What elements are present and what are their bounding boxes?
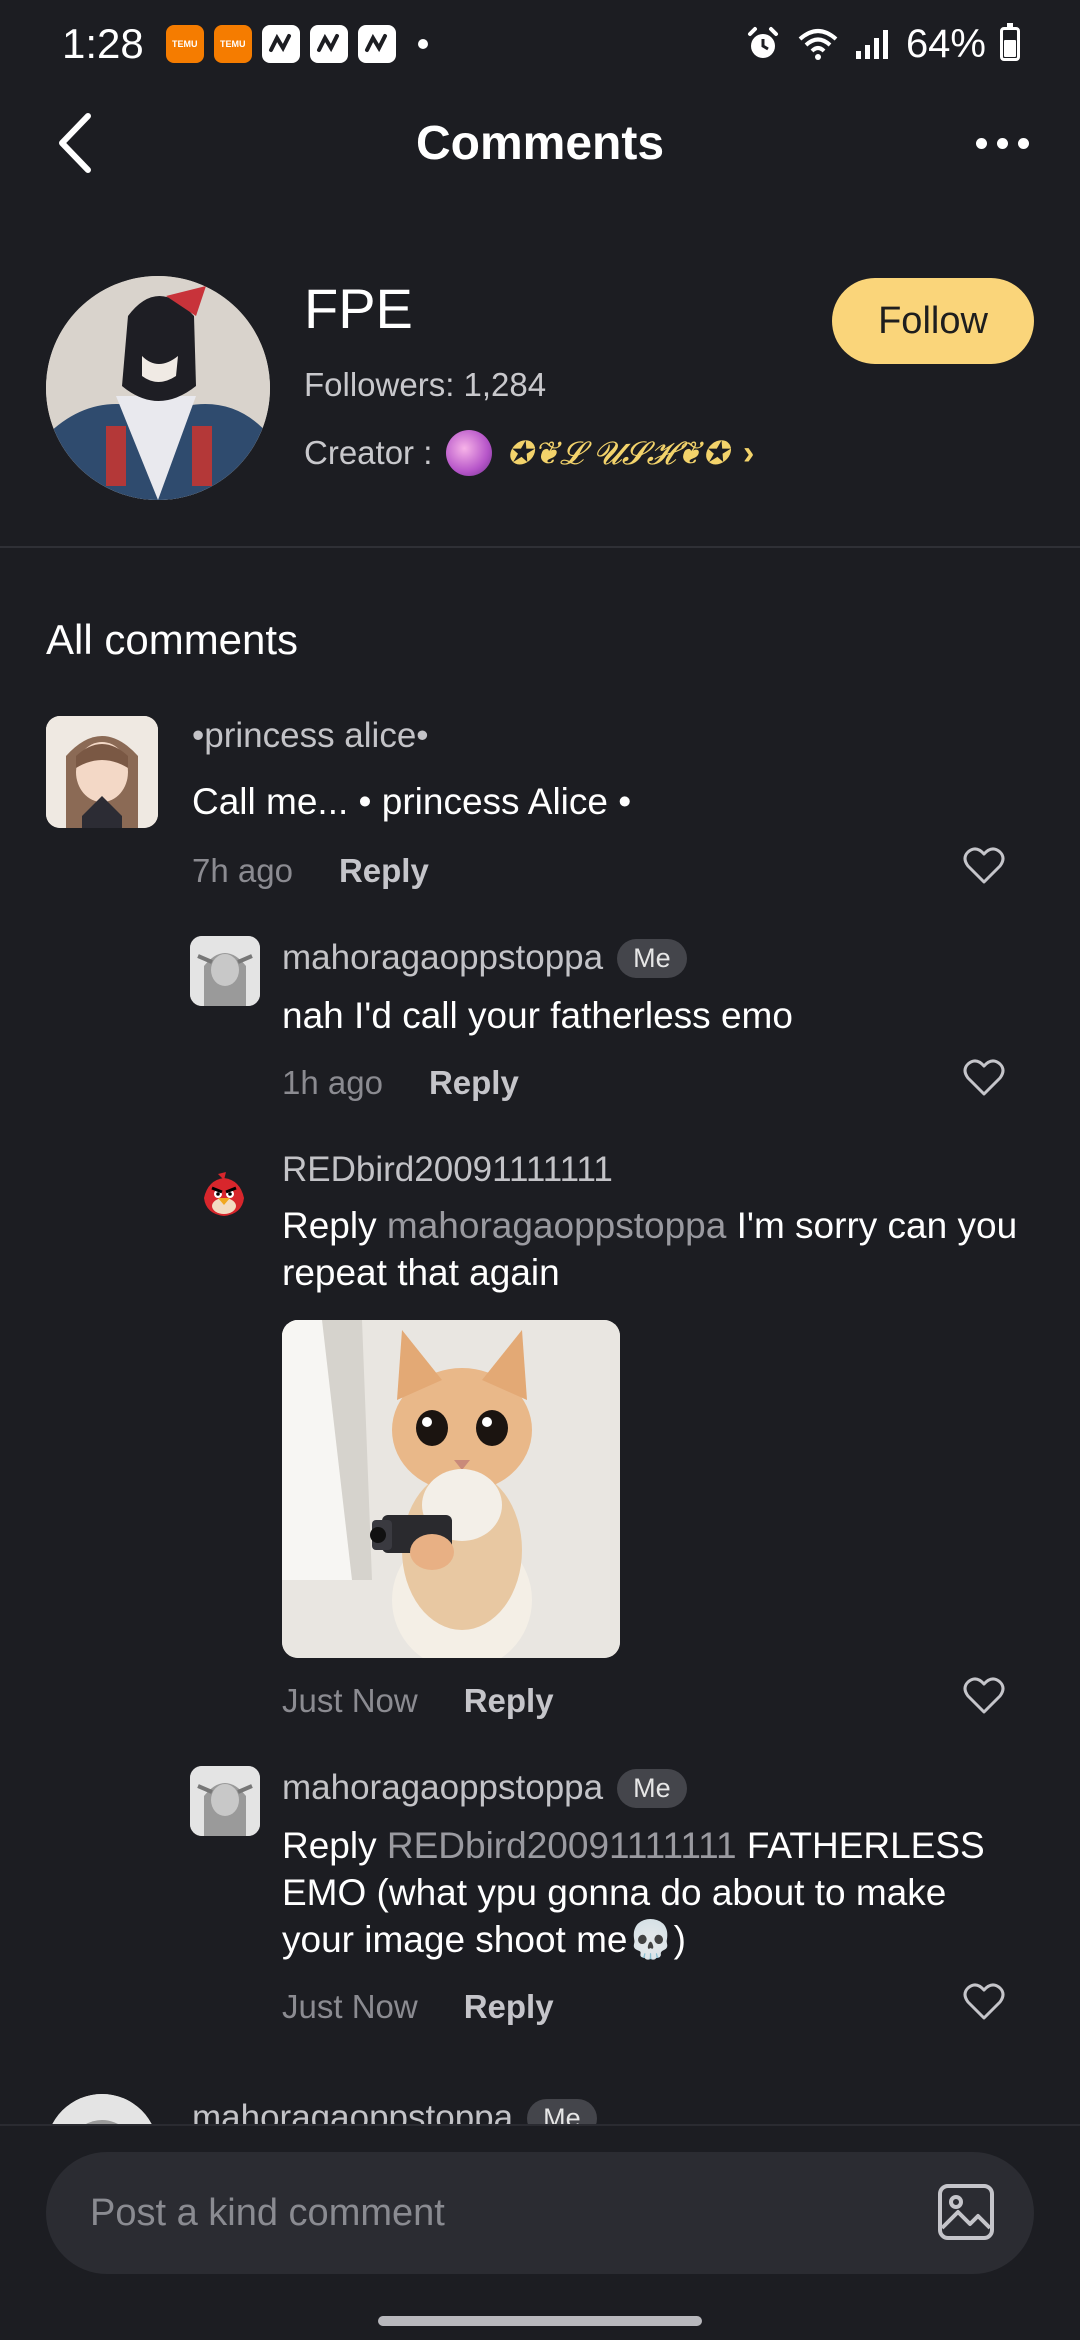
commenter-avatar[interactable] <box>200 1172 248 1220</box>
wifi-icon <box>798 29 838 60</box>
app-notification-icon <box>357 25 396 63</box>
more-options-button[interactable] <box>964 118 1040 168</box>
back-button[interactable] <box>44 110 104 176</box>
temu-notification-icon: TEMU <box>213 25 252 63</box>
comment-username-row: mahoragaoppstoppa Me <box>282 1768 687 1808</box>
followers-count: Followers: 1,284 <box>304 366 547 403</box>
app-notification-icon <box>309 25 348 63</box>
comment-composer <box>0 2124 1080 2340</box>
chevron-left-icon <box>59 113 91 173</box>
me-badge: Me <box>617 938 687 978</box>
reply-button[interactable]: Reply <box>339 852 429 890</box>
commenter-avatar[interactable] <box>190 1766 260 1836</box>
mention-link[interactable]: REDbird20091111111 <box>387 1825 737 1866</box>
app-notification-icon <box>261 25 300 63</box>
comment-input[interactable] <box>46 2152 1034 2274</box>
comment-username[interactable]: mahoragaoppstoppa <box>282 1768 603 1808</box>
heart-icon[interactable] <box>962 846 1006 886</box>
follow-button[interactable]: Follow <box>832 278 1034 364</box>
reply-button[interactable]: Reply <box>429 1064 519 1102</box>
home-indicator[interactable] <box>378 2316 702 2326</box>
temu-notification-icon: TEMU <box>165 25 204 63</box>
chevron-right-icon: › <box>743 433 755 472</box>
comment-time: Just Now <box>282 1682 418 1719</box>
reply-button[interactable]: Reply <box>464 1988 554 2026</box>
comment-text: Call me... • princess Alice • <box>192 781 632 822</box>
mention-link[interactable]: mahoragaoppstoppa <box>387 1205 726 1246</box>
profile-card: FPE Followers: 1,284 Creator : ✪❦𝓛 𝓤𝓢𝓗❦✪… <box>0 198 1080 546</box>
reply-button[interactable]: Reply <box>464 1682 554 1720</box>
commenter-avatar[interactable] <box>190 936 260 1006</box>
comment-username[interactable]: REDbird20091111111 <box>282 1150 613 1190</box>
header: Comments <box>0 88 1080 198</box>
battery-icon <box>1000 23 1020 61</box>
comment-image[interactable] <box>282 1320 620 1658</box>
comment-time: Just Now <box>282 1988 418 2025</box>
page-title: Comments <box>415 116 665 170</box>
status-bar: 1:28 TEMU TEMU 64% <box>0 0 1080 88</box>
commenter-avatar[interactable] <box>46 716 158 828</box>
image-icon[interactable] <box>936 2182 996 2242</box>
comment-username[interactable]: mahoragaoppstoppa <box>282 938 603 978</box>
comment-time: 7h ago <box>192 852 293 889</box>
reply-prefix: Reply <box>282 1205 377 1246</box>
profile-name: FPE <box>304 277 413 340</box>
battery-percent: 64% <box>905 21 986 66</box>
status-time: 1:28 <box>62 20 144 67</box>
heart-icon[interactable] <box>962 1982 1006 2022</box>
creator-avatar <box>446 430 493 476</box>
comment-username-row: mahoragaoppstoppa Me <box>282 938 687 978</box>
comment-text: Reply REDbird20091111111 FATHERLESS EMO … <box>282 1822 1022 1963</box>
creator-link[interactable]: Creator : ✪❦𝓛 𝓤𝓢𝓗❦✪ › <box>304 430 754 476</box>
more-dots-icon <box>975 137 987 149</box>
divider <box>0 546 1080 548</box>
creator-label: Creator : <box>304 434 433 471</box>
comment-text: Reply mahoragaoppstoppa I'm sorry can yo… <box>282 1202 1022 1296</box>
profile-avatar[interactable] <box>46 276 270 500</box>
comment-time: 1h ago <box>282 1064 383 1101</box>
creator-name: ✪❦𝓛 𝓤𝓢𝓗❦✪ <box>506 433 730 472</box>
alarm-icon <box>747 27 778 58</box>
heart-icon[interactable] <box>962 1058 1006 1098</box>
heart-icon[interactable] <box>962 1676 1006 1716</box>
more-notifications-dot <box>417 39 428 49</box>
comment-username[interactable]: •princess alice• <box>192 716 429 756</box>
reply-prefix: Reply <box>282 1825 377 1866</box>
comment-text: nah I'd call your fatherless emo <box>282 995 793 1036</box>
me-badge: Me <box>617 1768 687 1808</box>
signal-icon <box>855 30 888 59</box>
comments-heading: All comments <box>46 616 299 663</box>
